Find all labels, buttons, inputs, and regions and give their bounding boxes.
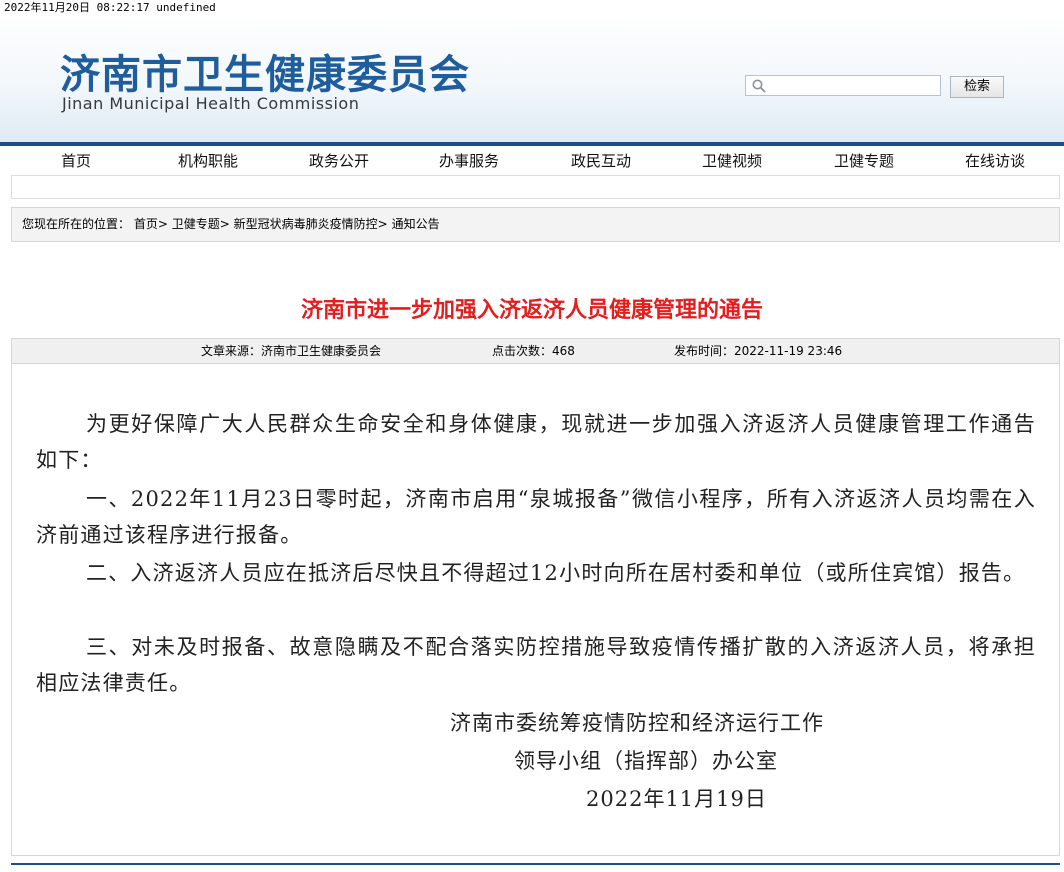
nav-item-video[interactable]: 卫健视频 — [666, 150, 798, 171]
article-meta: 文章来源：济南市卫生健康委员会 点击次数：468 发布时间：2022-11-19… — [11, 338, 1060, 364]
article-paragraph: 三、对未及时报备、故意隐瞒及不配合落实防控措施导致疫情传播扩散的入济返济人员，将… — [36, 635, 1036, 695]
breadcrumb-notices[interactable]: 通知公告 — [392, 217, 440, 231]
article-paragraph: 为更好保障广大人民群众生命安全和身体健康，现就进一步加强入济返济人员健康管理工作… — [36, 412, 1036, 472]
nav-item-gov-info[interactable]: 政务公开 — [273, 150, 405, 171]
magnifier-icon — [752, 79, 766, 93]
article-signature-office: 领导小组（指挥部）办公室 — [514, 749, 778, 773]
article-source: 文章来源：济南市卫生健康委员会 — [201, 344, 382, 358]
breadcrumb-prefix: 您现在所在的位置： — [22, 217, 131, 231]
nav-item-functions[interactable]: 机构职能 — [142, 150, 274, 171]
breadcrumb: 您现在所在的位置： 首页> 卫健专题> 新型冠状病毒肺炎疫情防控> 通知公告 — [11, 207, 1060, 242]
breadcrumb-separator: > — [377, 217, 388, 231]
article-views: 点击次数：468 — [492, 344, 575, 358]
article-title: 济南市进一步加强入济返济人员健康管理的通告 — [300, 297, 763, 323]
page-timestamp: 2022年11月20日 08:22:17 undefined — [0, 0, 1064, 16]
article-published: 发布时间：2022-11-19 23:46 — [674, 344, 843, 358]
site-logo-en: Jinan Municipal Health Commission — [62, 94, 360, 113]
nav-item-topics[interactable]: 卫健专题 — [798, 150, 930, 171]
search-button[interactable]: 检索 — [950, 76, 1004, 98]
article-signature-org: 济南市委统筹疫情防控和经济运行工作 — [450, 711, 824, 735]
nav-item-home[interactable]: 首页 — [10, 150, 142, 171]
article-signature-date: 2022年11月19日 — [586, 787, 767, 811]
breadcrumb-separator: > — [157, 217, 168, 231]
nav-item-services[interactable]: 办事服务 — [403, 150, 535, 171]
breadcrumb-topics[interactable]: 卫健专题 — [172, 217, 220, 231]
breadcrumb-covid[interactable]: 新型冠状病毒肺炎疫情防控 — [234, 217, 378, 231]
main-nav: 首页 机构职能 政务公开 办事服务 政民互动 卫健视频 卫健专题 在线访谈 — [0, 146, 1064, 174]
search-box[interactable] — [745, 75, 942, 96]
nav-item-interviews[interactable]: 在线访谈 — [929, 150, 1061, 171]
site-logo-cn[interactable]: 济南市卫生健康委员会 — [60, 42, 470, 100]
site-header: 济南市卫生健康委员会 Jinan Municipal Health Commis… — [0, 16, 1064, 142]
article-paragraph: 二、入济返济人员应在抵济后尽快且不得超过12小时向所在居村委和单位（或所住宾馆）… — [86, 561, 1026, 585]
sub-nav-strip — [11, 175, 1060, 199]
footer-divider — [11, 863, 1060, 865]
nav-item-interaction[interactable]: 政民互动 — [535, 150, 667, 171]
article-paragraph: 一、2022年11月23日零时起，济南市启用“泉城报备”微信小程序，所有入济返济… — [36, 487, 1036, 547]
breadcrumb-home[interactable]: 首页 — [134, 217, 158, 231]
breadcrumb-separator: > — [219, 217, 230, 231]
search-input[interactable] — [770, 77, 942, 96]
